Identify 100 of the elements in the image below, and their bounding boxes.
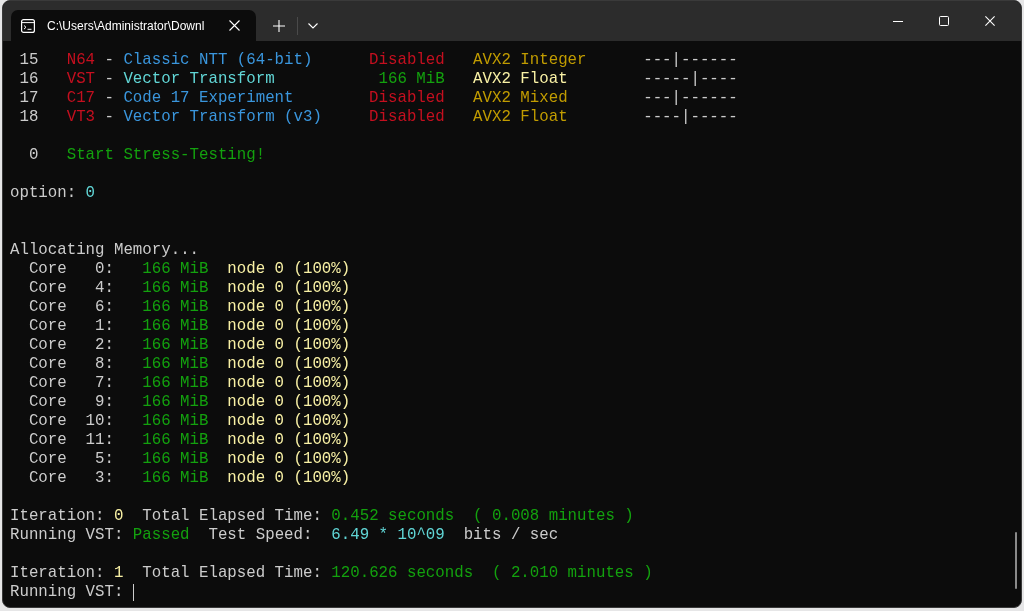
option-number: 16 (19, 70, 39, 89)
memory-status: Disabled (369, 108, 445, 127)
plus-icon[interactable] (273, 19, 285, 32)
memory-amount: 166 MiB (142, 279, 209, 298)
algorithm-code: C17 (66, 89, 96, 108)
memory-amount: 166 MiB (142, 393, 209, 412)
option-number: 18 (19, 108, 39, 127)
node-info: node 0 (100%) (227, 298, 351, 317)
core-index: 2: (95, 336, 114, 355)
core-label: Core (28, 431, 67, 450)
maximize-icon[interactable] (939, 16, 949, 26)
elapsed-minutes: ( 2.010 minutes ) (492, 564, 653, 583)
dash-separator: - (104, 70, 114, 89)
core-label: Core (28, 279, 67, 298)
dash-separator: - (104, 89, 114, 108)
prompt-value: 0 (85, 184, 96, 203)
core-index: 7: (95, 374, 114, 393)
position-indicator: -----|---- (643, 70, 738, 89)
memory-amount: 166 MiB (142, 260, 209, 279)
instruction-set: AVX2 Float (473, 70, 568, 89)
core-label: Core (28, 298, 67, 317)
prompt-label: option: (10, 184, 77, 203)
memory-amount: 166 MiB (142, 317, 209, 336)
core-index: 1: (95, 317, 114, 336)
node-info: node 0 (100%) (227, 355, 351, 374)
core-label: Core (28, 374, 67, 393)
memory-amount: 166 MiB (142, 374, 209, 393)
node-info: node 0 (100%) (227, 450, 351, 469)
position-indicator: ----|----- (643, 108, 738, 127)
node-info: node 0 (100%) (227, 260, 351, 279)
terminal-tab[interactable]: C:\Users\Administrator\Downl (11, 10, 256, 41)
option-number: 15 (19, 51, 39, 70)
chevron-down-icon[interactable] (308, 22, 318, 29)
node-info: node 0 (100%) (227, 279, 351, 298)
running-label: Running VST: (10, 526, 124, 545)
memory-amount: 166 MiB (142, 431, 209, 450)
algorithm-code: N64 (66, 51, 96, 70)
core-label: Core (28, 393, 67, 412)
memory-amount: 166 MiB (142, 298, 209, 317)
node-info: node 0 (100%) (227, 336, 351, 355)
memory-status: Disabled (369, 51, 445, 70)
algorithm-name: Code 17 Experiment (123, 89, 294, 108)
core-index: 9: (95, 393, 114, 412)
instruction-set: AVX2 Integer (473, 51, 587, 70)
elapsed-seconds: 0.452 seconds (331, 507, 455, 526)
iteration-number: 1 (113, 564, 124, 583)
core-label: Core (28, 260, 67, 279)
node-info: node 0 (100%) (227, 317, 351, 336)
elapsed-seconds: 120.626 seconds (331, 564, 474, 583)
core-index: 4: (95, 279, 114, 298)
close-icon[interactable] (229, 20, 240, 31)
speed-unit: bits / sec (463, 526, 559, 545)
algorithm-name: Vector Transform (v3) (123, 108, 322, 127)
elapsed-minutes: ( 0.008 minutes ) (473, 507, 634, 526)
position-indicator: ---|------ (643, 51, 738, 70)
algorithm-name: Vector Transform (123, 70, 275, 89)
node-info: node 0 (100%) (227, 412, 351, 431)
dash-separator: - (104, 51, 114, 70)
algorithm-code: VST (66, 70, 96, 89)
core-label: Core (28, 412, 67, 431)
memory-amount: 166 MiB (142, 469, 209, 488)
close-icon[interactable] (985, 16, 995, 26)
core-index: 11: (85, 431, 114, 450)
start-option-label: Start Stress-Testing! (66, 146, 266, 165)
memory-amount: 166 MiB (142, 336, 209, 355)
node-info: node 0 (100%) (227, 393, 351, 412)
algorithm-name: Classic NTT (64-bit) (123, 51, 313, 70)
memory-amount: 166 MiB (142, 412, 209, 431)
algorithm-code: VT3 (66, 108, 96, 127)
minimize-icon[interactable] (893, 20, 903, 22)
dash-separator: - (104, 108, 114, 127)
core-index: 3: (95, 469, 114, 488)
node-info: node 0 (100%) (227, 374, 351, 393)
core-index: 6: (95, 298, 114, 317)
elapsed-label: Total Elapsed Time: (142, 507, 322, 526)
core-index: 5: (95, 450, 114, 469)
core-label: Core (28, 317, 67, 336)
core-label: Core (28, 355, 67, 374)
node-info: node 0 (100%) (227, 469, 351, 488)
option-number: 0 (28, 146, 39, 165)
option-number: 17 (19, 89, 39, 108)
running-label: Running VST: (10, 583, 124, 602)
node-info: node 0 (100%) (227, 431, 351, 450)
core-label: Core (28, 336, 67, 355)
scrollbar-thumb[interactable] (1015, 532, 1017, 589)
iteration-label: Iteration: (10, 564, 105, 583)
core-index: 10: (85, 412, 114, 431)
elapsed-label: Total Elapsed Time: (142, 564, 322, 583)
tab-title: C:\Users\Administrator\Downl (47, 17, 205, 35)
core-label: Core (28, 450, 67, 469)
memory-amount: 166 MiB (142, 355, 209, 374)
position-indicator: ---|------ (643, 89, 738, 108)
iteration-label: Iteration: (10, 507, 105, 526)
status-heading: Allocating Memory... (10, 241, 200, 260)
instruction-set: AVX2 Mixed (473, 89, 568, 108)
terminal-icon (21, 18, 35, 33)
memory-amount: 166 MiB (142, 450, 209, 469)
iteration-number: 0 (113, 507, 124, 526)
core-label: Core (28, 469, 67, 488)
speed-label: Test Speed: (208, 526, 313, 545)
